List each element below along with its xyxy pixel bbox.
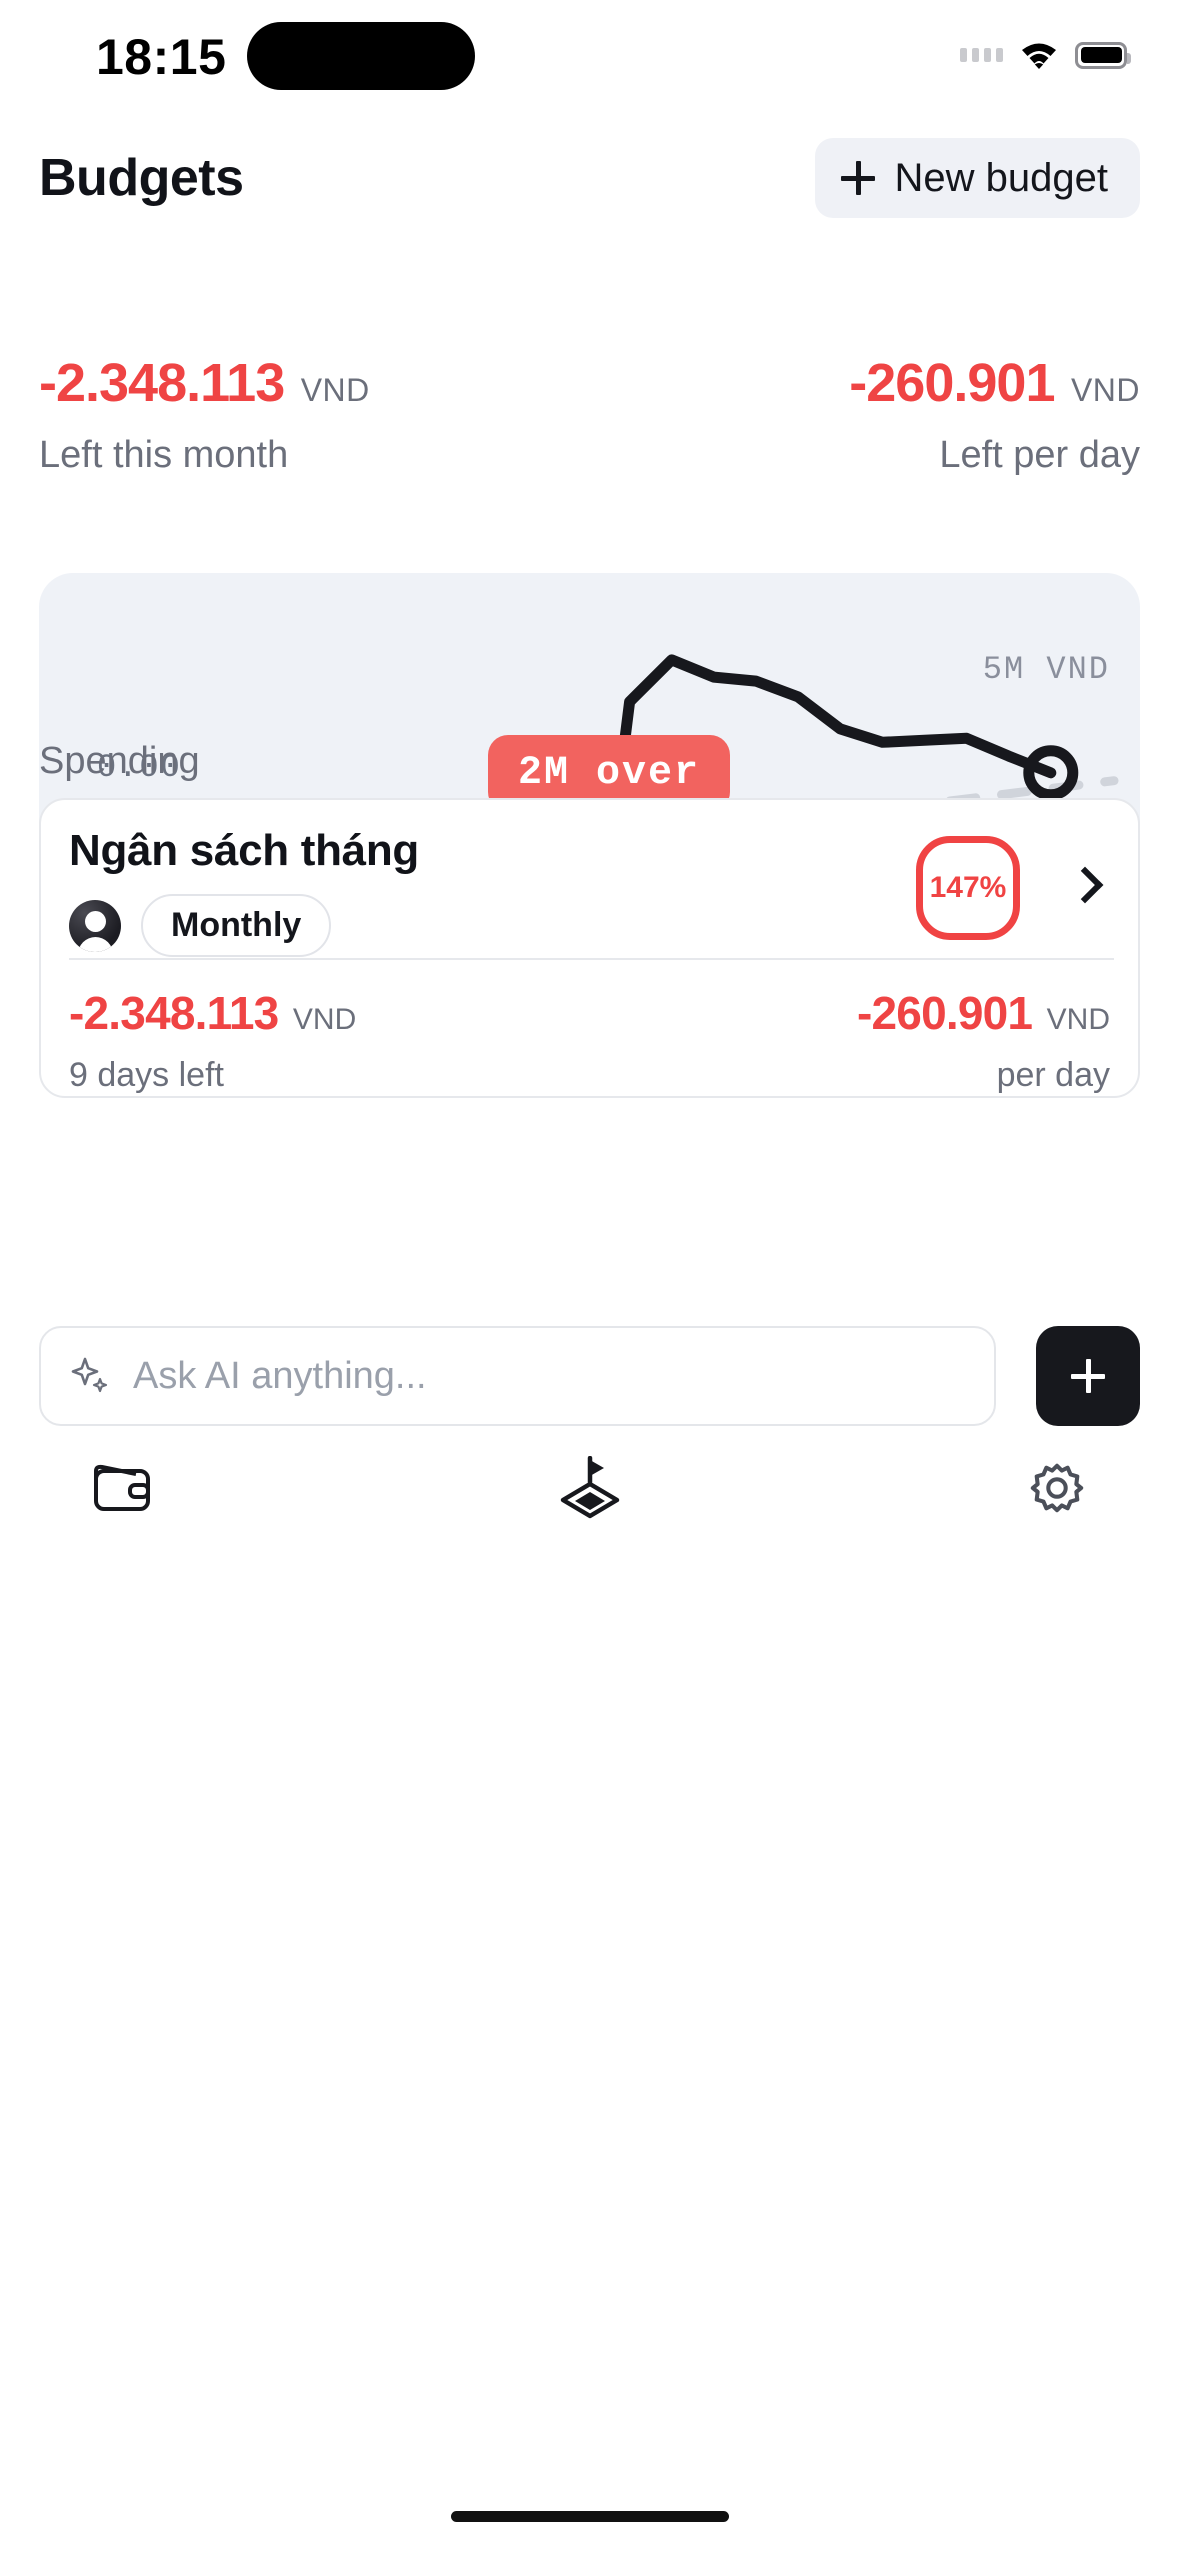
status-bar-indicators (960, 30, 1131, 80)
person-avatar-icon (69, 899, 121, 952)
bottom-tab-bar (0, 1420, 1179, 1560)
signal-dots-icon (960, 48, 1003, 62)
budget-name: Ngân sách tháng (69, 826, 419, 875)
page-title: Budgets (39, 149, 244, 207)
left-per-day-label: Left per day (939, 434, 1140, 476)
tab-budgets[interactable] (520, 1444, 660, 1536)
app-screen: 18:15 Budgets New budget -2.348.113 VND … (0, 0, 1179, 2556)
page-header: Budgets New budget (0, 138, 1179, 240)
new-budget-label: New budget (894, 155, 1108, 200)
dynamic-island (247, 22, 475, 90)
battery-icon (1075, 41, 1131, 69)
budget-percent-badge: 147% (916, 836, 1020, 940)
tab-settings[interactable] (987, 1444, 1127, 1536)
new-budget-button[interactable]: New budget (814, 138, 1140, 218)
left-this-month-amount: -2.348.113 (39, 353, 285, 413)
budget-remaining-amount: -2.348.113 (69, 987, 279, 1039)
budget-item-header: Ngân sách tháng Monthly 147% (41, 800, 1138, 958)
budget-perday-amount: -260.901 (857, 987, 1033, 1039)
wallet-icon (92, 1461, 152, 1520)
add-transaction-button[interactable] (1036, 1326, 1140, 1426)
budget-pyramid-icon (555, 1455, 625, 1525)
budget-list-item[interactable]: Ngân sách tháng Monthly 147% -2.348.113 … (39, 798, 1140, 1098)
chevron-right-icon[interactable] (1066, 866, 1104, 904)
budget-remaining-currency: VND (292, 1003, 357, 1036)
chart-top-label: 5M VND (982, 651, 1110, 688)
budget-remaining-block: -2.348.113 VND 9 days left (69, 986, 356, 1095)
budget-perday-label: per day (996, 1056, 1110, 1094)
budget-percent-text: 147% (929, 871, 1007, 904)
sparkle-icon (69, 1355, 111, 1397)
plus-icon (1071, 1359, 1105, 1393)
left-this-month-label: Left this month (39, 434, 289, 476)
plus-icon (840, 161, 875, 195)
budget-perday-block: -260.901 VND per day (857, 986, 1110, 1095)
budget-item-footer: -2.348.113 VND 9 days left -260.901 VND … (41, 958, 1138, 1100)
budget-period-pill[interactable]: Monthly (141, 894, 332, 957)
wifi-icon (1019, 40, 1059, 70)
ai-input-placeholder: Ask AI anything... (133, 1354, 427, 1397)
gear-icon (1028, 1459, 1086, 1522)
status-bar: 18:15 (0, 0, 1179, 112)
budget-meta: Monthly (69, 894, 332, 957)
tab-wallet[interactable] (52, 1444, 192, 1536)
budget-days-left: 9 days left (69, 1056, 224, 1094)
summary-left-this-month: -2.348.113 VND Left this month (39, 352, 559, 477)
ai-input-wrapper[interactable]: Ask AI anything... (39, 1326, 996, 1426)
home-indicator (450, 2511, 729, 2522)
summary-row: -2.348.113 VND Left this month -260.901 … (39, 352, 1140, 502)
spending-section-label: Spending (39, 740, 200, 782)
summary-left-per-day: -260.901 VND Left per day (620, 352, 1140, 477)
left-this-month-currency: VND (300, 372, 370, 408)
ai-composer-row: Ask AI anything... (39, 1326, 1140, 1426)
left-per-day-amount: -260.901 (849, 353, 1055, 413)
left-per-day-currency: VND (1070, 372, 1140, 408)
budget-perday-currency: VND (1046, 1003, 1110, 1036)
